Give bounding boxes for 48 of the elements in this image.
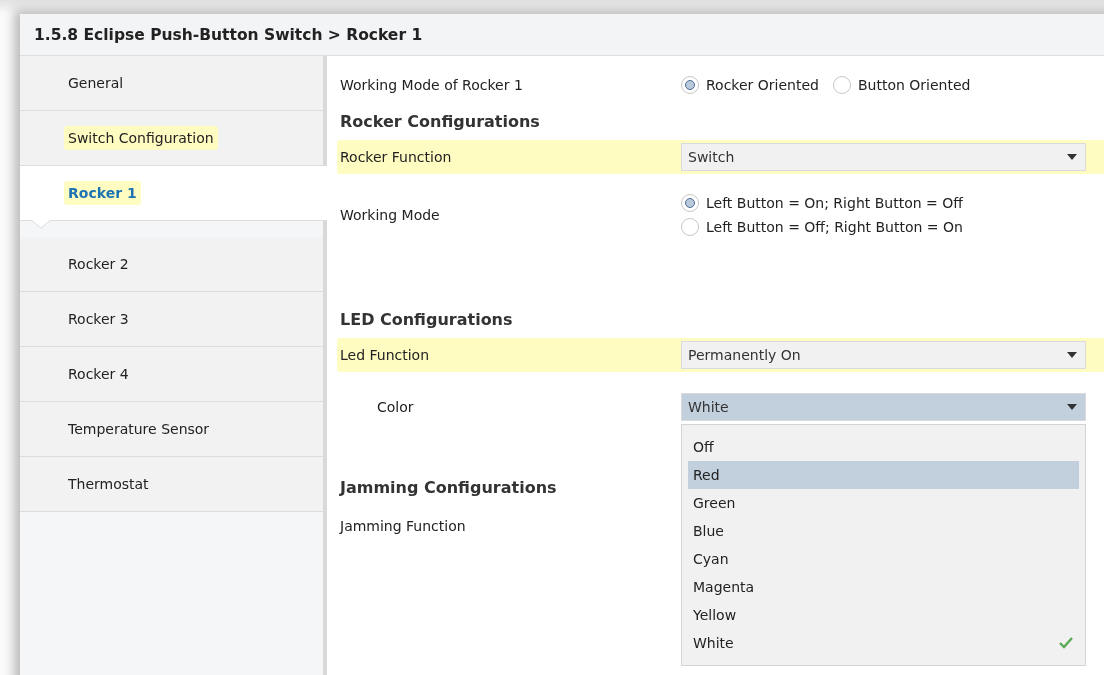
sidebar-label: Temperature Sensor: [67, 420, 211, 439]
dropdown-option[interactable]: Cyan: [688, 545, 1079, 573]
sidebar-item[interactable]: Rocker 3: [20, 292, 323, 347]
dropdown-option[interactable]: White: [688, 629, 1079, 657]
sidebar-item[interactable]: General: [20, 56, 323, 111]
dropdown[interactable]: Switch: [681, 143, 1086, 171]
field-label: Color: [376, 399, 415, 415]
dropdown-option[interactable]: Yellow: [688, 601, 1079, 629]
section-heading: LED Configurations: [340, 309, 513, 329]
caret-icon: [1067, 404, 1077, 410]
sidebar-label: Switch Configuration: [64, 126, 218, 150]
dropdown-option[interactable]: Off: [688, 433, 1079, 461]
dropdown-option[interactable]: Red: [688, 461, 1079, 489]
caret-icon: [1067, 352, 1077, 358]
sidebar-label: Rocker 2: [67, 255, 130, 274]
dropdown-option[interactable]: Magenta: [688, 573, 1079, 601]
sidebar-item[interactable]: Thermostat: [20, 457, 323, 512]
dropdown[interactable]: Permanently On: [681, 341, 1086, 369]
radio-button[interactable]: [832, 76, 851, 94]
dropdown-option[interactable]: Blue: [688, 517, 1079, 545]
pointer-icon: [30, 219, 52, 229]
field-label: Led Function: [340, 347, 431, 363]
radio-button[interactable]: [681, 218, 699, 236]
dropdown-option[interactable]: Green: [688, 489, 1079, 517]
sidebar-label: Thermostat: [67, 475, 150, 494]
window-title: 1.5.8 Eclipse Push-Button Switch > Rocker 1: [34, 25, 423, 44]
dropdown[interactable]: White: [681, 393, 1086, 421]
radio-option[interactable]: Rocker Oriented: [681, 76, 819, 94]
sidebar-item[interactable]: Rocker 2: [20, 237, 323, 292]
sidebar-label: Rocker 4: [67, 365, 130, 384]
field-label: Working Mode: [340, 207, 441, 223]
sidebar-item[interactable]: Temperature Sensor: [20, 402, 323, 457]
sidebar-item[interactable]: Switch Configuration: [20, 111, 323, 166]
caret-icon: [1067, 154, 1077, 160]
sidebar-label: General: [67, 74, 125, 93]
field-label: Working Mode of Rocker 1: [340, 77, 524, 93]
field-label: Rocker Function: [340, 149, 453, 165]
section-heading: Rocker Configurations: [340, 111, 540, 131]
radio-button[interactable]: [681, 76, 699, 94]
field-label: Jamming Function: [340, 518, 467, 534]
section-heading: Jamming Configurations: [340, 477, 557, 497]
radio-option[interactable]: Left Button = On; Right Button = Off: [681, 194, 1104, 212]
sidebar-item[interactable]: Rocker 4: [20, 347, 323, 402]
sidebar-label: Rocker 1: [64, 181, 141, 205]
radio-option[interactable]: Left Button = Off; Right Button = On: [681, 218, 1104, 236]
radio-option[interactable]: Button Oriented: [832, 76, 971, 94]
radio-button[interactable]: [681, 194, 699, 212]
sidebar-label: Rocker 3: [67, 310, 130, 329]
